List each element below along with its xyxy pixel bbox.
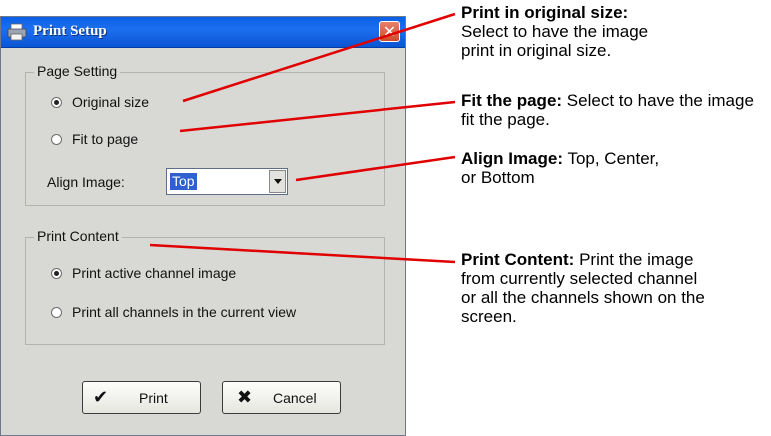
print-all-radio[interactable] bbox=[51, 306, 62, 318]
dialog-title: Print Setup bbox=[33, 23, 107, 39]
annotation-print-content: Print Content: Print the image from curr… bbox=[461, 250, 716, 326]
cancel-button-label: Cancel bbox=[273, 390, 317, 406]
page-setting-legend: Page Setting bbox=[34, 63, 121, 79]
printer-icon bbox=[7, 23, 27, 41]
annotation-body: Select to have the image print in origin… bbox=[461, 22, 649, 60]
align-image-select[interactable]: Top bbox=[166, 168, 288, 195]
print-button[interactable]: ✔ Print bbox=[82, 381, 201, 414]
annotation-fit-page: Fit the page: Select to have the image f… bbox=[461, 91, 761, 129]
print-active-label: Print active channel image bbox=[72, 265, 237, 281]
close-icon: ✕ bbox=[382, 22, 397, 41]
print-active-option[interactable]: Print active channel image bbox=[51, 265, 236, 281]
print-setup-dialog: Print Setup ✕ Page Setting Original size… bbox=[0, 16, 406, 436]
annotation-heading: Fit the page: bbox=[461, 91, 563, 110]
align-image-value: Top bbox=[170, 173, 197, 190]
print-button-label: Print bbox=[139, 390, 168, 406]
cancel-button[interactable]: ✖ Cancel bbox=[222, 381, 341, 414]
print-content-legend: Print Content bbox=[34, 228, 122, 244]
annotation-original-size: Print in original size: Select to have t… bbox=[461, 3, 761, 60]
fit-to-page-option[interactable]: Fit to page bbox=[51, 131, 138, 147]
print-content-group: Print Content bbox=[25, 228, 385, 345]
original-size-radio[interactable] bbox=[51, 96, 62, 108]
title-bar[interactable]: Print Setup ✕ bbox=[1, 17, 405, 48]
annotation-heading: Align Image: bbox=[461, 149, 564, 168]
print-all-label: Print all channels in the current view bbox=[72, 304, 297, 320]
print-all-option[interactable]: Print all channels in the current view bbox=[51, 304, 296, 320]
x-icon: ✖ bbox=[237, 387, 253, 408]
annotation-heading: Print Content: bbox=[461, 250, 575, 269]
annotation-heading: Print in original size: bbox=[461, 3, 629, 22]
annotation-align-image: Align Image: Top, Center, or Bottom bbox=[461, 149, 671, 187]
original-size-option[interactable]: Original size bbox=[51, 94, 149, 110]
fit-to-page-label: Fit to page bbox=[72, 131, 139, 147]
fit-to-page-radio[interactable] bbox=[51, 133, 62, 145]
original-size-label: Original size bbox=[72, 94, 150, 110]
checkmark-icon: ✔ bbox=[93, 387, 109, 408]
align-image-label: Align Image: bbox=[47, 174, 125, 190]
close-button[interactable]: ✕ bbox=[379, 21, 400, 42]
print-active-radio[interactable] bbox=[51, 267, 62, 279]
chevron-down-icon[interactable] bbox=[269, 170, 286, 193]
